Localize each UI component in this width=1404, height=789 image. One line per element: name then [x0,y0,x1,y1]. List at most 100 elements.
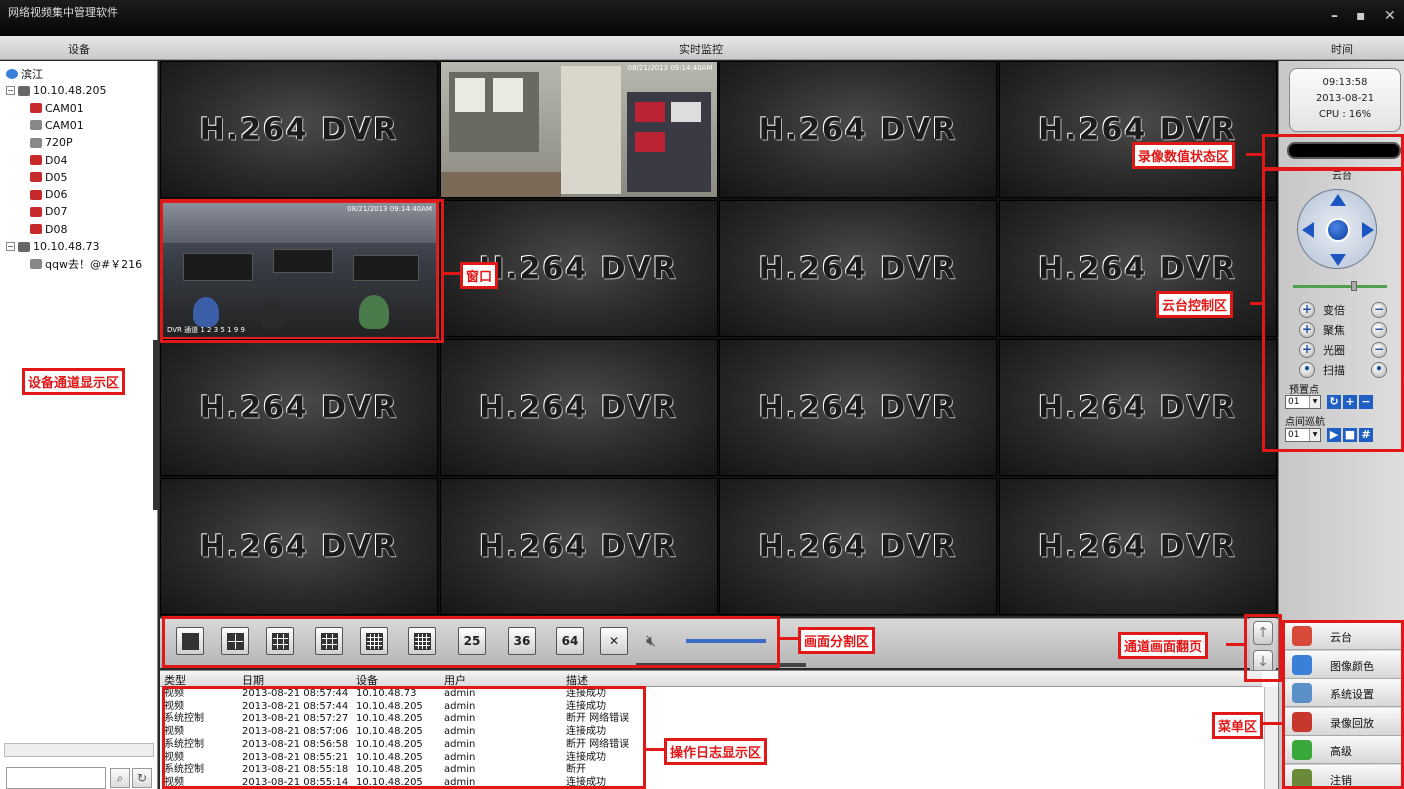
video-cell[interactable]: H.264 DVR [719,200,997,337]
tree-item[interactable]: D05 [30,169,67,186]
tree-item[interactable]: 滨江 [6,65,43,82]
collapse-icon[interactable]: − [6,242,15,251]
clock-time: 09:13:58 [1322,77,1368,88]
dvr-logo: H.264 DVR [758,251,958,286]
dvr-logo: H.264 DVR [199,529,399,564]
video-cell[interactable]: H.264 DVR [439,339,718,476]
video-cell[interactable]: H.264 DVR [998,200,1277,337]
dvr-logo: H.264 DVR [1038,251,1237,286]
anno-split-box [162,616,780,668]
panel-splitter[interactable] [153,340,159,510]
tree-item[interactable]: − 10.10.48.73 [6,238,99,255]
maximize-button[interactable]: ▪ [1356,8,1366,24]
minimize-button[interactable]: – [1331,8,1338,24]
anno-window-box [160,199,444,343]
tree-item-label: qqw去！@#￥216 [45,257,143,271]
anno-record-status: 录像数值状态区 [1132,142,1236,169]
video-cell[interactable]: 08/21/2013 09:14:40AM [439,61,718,198]
time-header: 时间 [1331,43,1353,56]
tree-item-label: D08 [45,222,68,236]
anno-menu-box [1282,620,1404,789]
dvr-logo: H.264 DVR [479,390,678,425]
video-cell[interactable]: H.264 DVR [719,61,997,198]
tree-item-label: CAM01 [45,118,84,132]
tree-item[interactable]: D08 [30,221,67,238]
horizontal-scrollbar[interactable] [4,743,154,757]
video-cell[interactable]: H.264 DVR [998,339,1277,476]
camera-icon [30,258,42,269]
tree-item-label: D07 [45,205,68,219]
camera-offline-icon [30,172,42,183]
refresh-icon[interactable]: ↻ [132,768,152,788]
anno-line [1246,153,1262,156]
tree-item-label: D05 [45,170,68,184]
video-cell[interactable]: H.264 DVR [998,478,1277,615]
globe-icon [6,68,18,79]
anno-line [780,637,800,640]
anno-ptz-box [1262,168,1404,452]
camera-icon [30,137,42,148]
tree-item-label: D04 [45,153,68,167]
dvr-logo: H.264 DVR [758,529,958,564]
camera-offline-icon [30,224,42,235]
camera-timestamp: 08/21/2013 09:14:40AM [627,64,713,72]
video-cell[interactable]: H.264 DVR [160,61,438,198]
tree-item[interactable]: D06 [30,186,67,203]
tree-item[interactable]: − 10.10.48.205 [6,82,106,99]
tree-item[interactable]: D07 [30,203,67,220]
tree-item[interactable]: CAM01 [30,100,84,117]
camera-offline-icon [30,103,42,114]
video-cell[interactable]: H.264 DVR [719,339,997,476]
log-scrollbar[interactable] [1264,687,1278,789]
dvr-logo: H.264 DVR [1038,529,1237,564]
window-title: 网络视频集中管理软件 [8,6,118,19]
video-cell[interactable]: H.264 DVR [160,478,438,615]
title-bar: 网络视频集中管理软件 – ▪ ✕ [0,0,1404,36]
video-cell[interactable]: H.264 DVR [719,478,997,615]
monitor-header: 实时监控 [679,43,723,56]
video-cell[interactable]: H.264 DVR [998,61,1277,198]
collapse-icon[interactable]: − [6,86,15,96]
camera-feed-office [440,62,717,197]
section-header: 设备 实时监控 时间 [0,36,1404,60]
camera-offline-icon [30,206,42,217]
dvr-icon [18,85,30,96]
video-cell[interactable]: H.264 DVR [160,339,438,476]
dvr-logo: H.264 DVR [199,390,399,425]
app-window: 网络视频集中管理软件 – ▪ ✕ 设备 实时监控 时间 滨江 −10.10.48.… [0,0,1404,789]
camera-icon [30,120,42,131]
clock-date: 2013-08-21 [1315,93,1375,104]
tree-item[interactable]: 720P [30,134,73,151]
search-icon[interactable]: ⌕ [110,768,130,788]
device-tree-panel: 滨江 −10.10.48.205 CAM01 CAM01 720P D04 D05 D06 D0… [0,61,158,789]
anno-ptz-area: 云台控制区 [1156,291,1234,318]
anno-log-area: 操作日志显示区 [664,738,768,765]
tree-item-label: 滨江 [21,67,43,81]
video-cell[interactable]: H.264 DVR [439,478,718,615]
close-button[interactable]: ✕ [1384,8,1396,24]
cpu-usage: CPU : 16% [1318,109,1372,120]
dvr-logo: H.264 DVR [199,112,399,147]
dvr-logo: H.264 DVR [758,390,958,425]
device-header: 设备 [68,43,90,56]
tree-item-label: D06 [45,188,68,202]
dvr-icon [18,241,30,252]
anno-line [1226,643,1244,646]
tree-item-label: 10.10.48.73 [33,240,100,253]
tree-item-label: CAM01 [45,101,84,115]
anno-record-box [1262,134,1404,170]
anno-line [646,748,666,751]
search-input[interactable] [6,767,106,789]
tree-item-label: 720P [45,136,73,150]
anno-menu-area: 菜单区 [1212,712,1264,739]
anno-page-box [1244,614,1282,682]
anno-device-area: 设备通道显示区 [22,368,126,395]
camera-offline-icon [30,189,42,200]
anno-window: 窗口 [460,262,499,289]
anno-split-area: 画面分割区 [798,627,876,654]
tree-item[interactable]: CAM01 [30,117,84,134]
dvr-logo: H.264 DVR [479,529,678,564]
tree-item[interactable]: D04 [30,152,67,169]
anno-log-box [162,686,646,789]
tree-item[interactable]: qqw去！@#￥216 [30,255,142,272]
